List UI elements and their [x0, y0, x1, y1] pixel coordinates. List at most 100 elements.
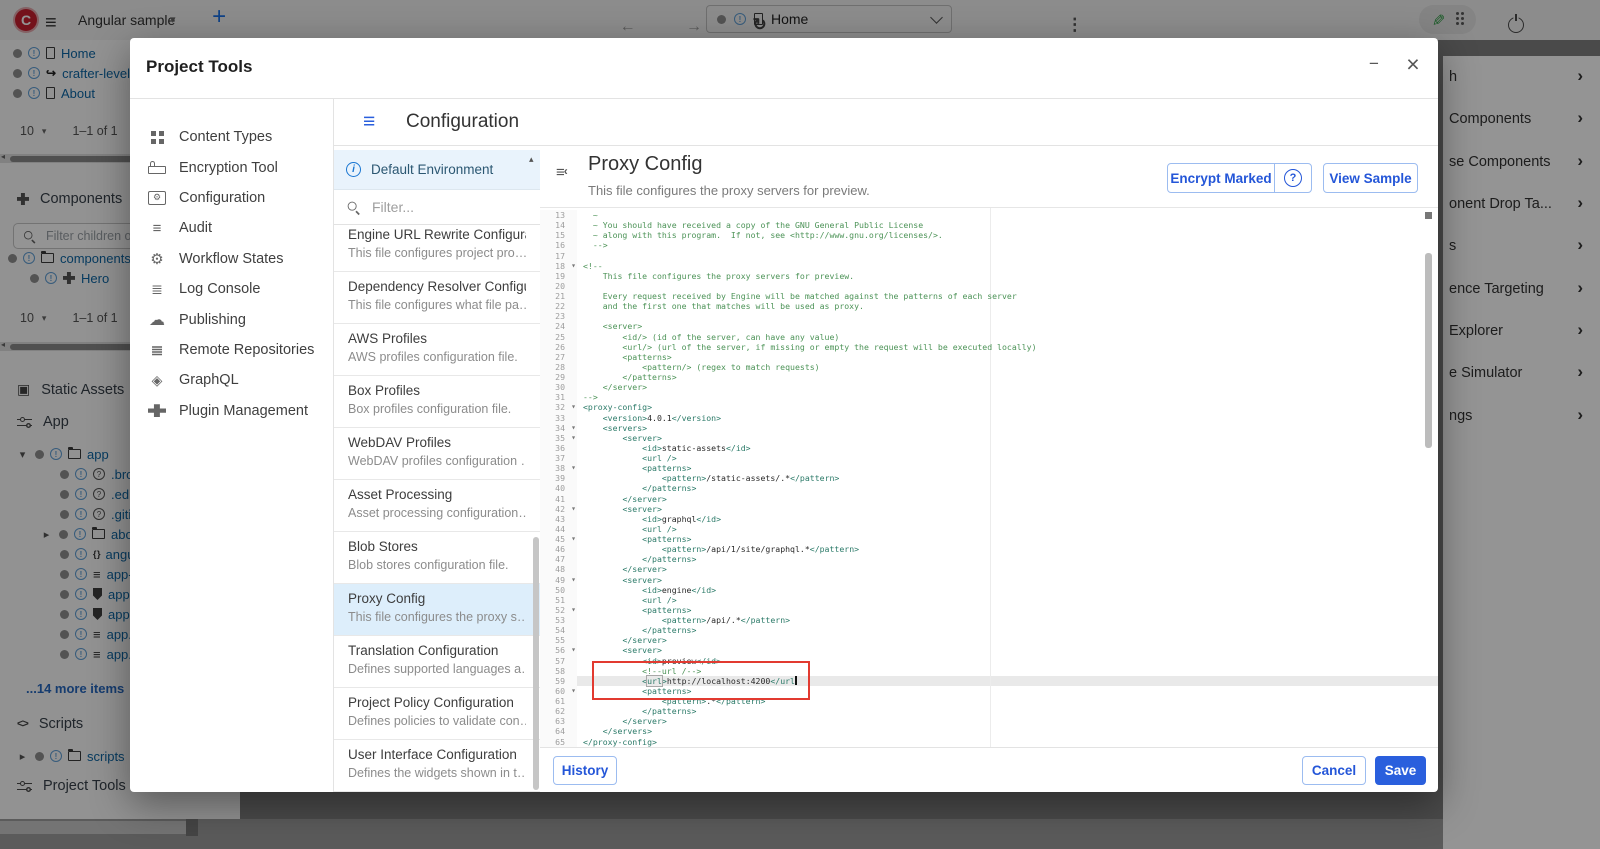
code-line: <pattern>/api/.*</pattern> [583, 615, 1424, 625]
divider [540, 747, 1438, 748]
config-file-item[interactable]: Box ProfilesBox profiles configuration f… [334, 376, 540, 428]
minimize-icon[interactable] [1364, 54, 1384, 74]
gutter-line: 58 [540, 666, 577, 676]
config-file-item[interactable]: Project Policy ConfigurationDefines poli… [334, 688, 540, 740]
gutter-line: 64 [540, 726, 577, 736]
project-tools-nav-item[interactable]: Workflow States [130, 244, 333, 274]
close-icon[interactable] [1402, 53, 1424, 75]
config-file-item[interactable]: Engine URL Rewrite Configurat…This file … [334, 226, 540, 272]
fold-caret-icon[interactable]: ▾ [571, 504, 576, 514]
gutter-line: 24 [540, 321, 577, 331]
code-line [583, 251, 1424, 261]
code-editor[interactable]: 131415161718▾192021222324252627282930313… [540, 208, 1438, 747]
question-icon [1284, 169, 1302, 187]
config-file-desc: Defines supported languages a… [348, 662, 526, 676]
gutter-line: 15 [540, 230, 577, 240]
project-tools-nav-item[interactable]: GraphQL [130, 365, 333, 395]
gutter-line: 41 [540, 494, 577, 504]
gutter-line: 47 [540, 554, 577, 564]
config-file-title: User Interface Configuration [348, 747, 526, 762]
fold-caret-icon[interactable]: ▾ [571, 605, 576, 615]
fold-caret-icon[interactable]: ▾ [571, 645, 576, 655]
save-button[interactable]: Save [1375, 756, 1426, 785]
fold-caret-icon[interactable]: ▾ [571, 575, 576, 585]
config-file-desc: WebDAV profiles configuration … [348, 454, 526, 468]
project-tools-nav-item[interactable]: Log Console [130, 274, 333, 304]
code-line: Every request received by Engine will be… [583, 291, 1424, 301]
project-tools-nav-item[interactable]: Plugin Management [130, 396, 333, 426]
code-line: --> [583, 240, 1424, 250]
gutter-line: 45▾ [540, 534, 577, 544]
fold-caret-icon[interactable]: ▾ [571, 261, 576, 271]
editor-gutter[interactable]: 131415161718▾192021222324252627282930313… [540, 210, 577, 747]
fold-caret-icon[interactable]: ▾ [571, 463, 576, 473]
gutter-line: 62 [540, 706, 577, 716]
search-icon [347, 200, 361, 214]
panel-title: Configuration [406, 111, 519, 133]
config-file-item[interactable]: User Interface ConfigurationDefines the … [334, 740, 540, 792]
editor-title: Proxy Config [588, 153, 703, 176]
nav-item-label: Log Console [179, 281, 260, 297]
fold-caret-icon[interactable]: ▾ [571, 686, 576, 696]
view-sample-button[interactable]: View Sample [1323, 163, 1418, 193]
publishing-icon [148, 310, 166, 330]
encrypt-help-button[interactable] [1274, 164, 1311, 192]
list-scrollbar[interactable] [533, 537, 539, 790]
code-line: <url/> (url of the server, if missing or… [583, 342, 1424, 352]
gutter-line: 65 [540, 737, 577, 747]
config-file-desc: This file configures the proxy s… [348, 610, 526, 624]
config-file-title: Asset Processing [348, 487, 526, 502]
fold-caret-icon[interactable]: ▾ [571, 433, 576, 443]
history-button[interactable]: History [553, 756, 617, 785]
config-menu-icon[interactable] [363, 110, 375, 134]
project-tools-nav-item[interactable]: Remote Repositories [130, 335, 333, 365]
divider [130, 98, 1438, 99]
project-tools-nav-item[interactable]: Audit [130, 213, 333, 243]
project-tools-nav-item[interactable]: Content Types [130, 122, 333, 152]
code-line: </patterns> [583, 625, 1424, 635]
fold-caret-icon[interactable]: ▾ [571, 402, 576, 412]
project-tools-nav-item[interactable]: Publishing [130, 304, 333, 334]
config-file-item[interactable]: Blob StoresBlob stores configuration fil… [334, 532, 540, 584]
audit-icon [148, 220, 166, 237]
config-file-desc: Box profiles configuration file. [348, 402, 526, 416]
gutter-line: 21 [540, 291, 577, 301]
config-file-item[interactable]: Dependency Resolver Configur…This file c… [334, 272, 540, 324]
config-filter-input[interactable] [370, 198, 504, 216]
config-file-item[interactable]: Translation ConfigurationDefines support… [334, 636, 540, 688]
config-file-item[interactable]: Asset ProcessingAsset processing configu… [334, 480, 540, 532]
project-tools-nav-item[interactable]: Encryption Tool [130, 152, 333, 182]
gutter-line: 30 [540, 382, 577, 392]
encrypt-marked-button[interactable]: Encrypt Marked [1168, 171, 1274, 186]
gutter-line: 52▾ [540, 605, 577, 615]
config-file-item[interactable]: WebDAV ProfilesWebDAV profiles configura… [334, 428, 540, 480]
config-file-desc: AWS profiles configuration file. [348, 350, 526, 364]
editor-scrollbar[interactable] [1425, 253, 1432, 448]
nav-item-label: Publishing [179, 312, 246, 328]
code-line: <pattern/> (regex to match requests) [583, 362, 1424, 372]
project-tools-nav-item[interactable]: Configuration [130, 183, 333, 213]
red-annotation-box [592, 661, 810, 700]
gutter-line: 29 [540, 372, 577, 382]
cancel-button[interactable]: Cancel [1302, 756, 1366, 785]
code-line: <patterns> [583, 534, 1424, 544]
code-line: --> [583, 392, 1424, 402]
code-line: <id/> (id of the server, can have any va… [583, 332, 1424, 342]
config-file-item[interactable]: Proxy ConfigThis file configures the pro… [334, 584, 540, 636]
gutter-line: 39 [540, 473, 577, 483]
config-file-desc: This file configures project pro… [348, 246, 526, 260]
code-line: </server> [583, 382, 1424, 392]
code-line: <version>4.0.1</version> [583, 413, 1424, 423]
fold-caret-icon[interactable]: ▾ [571, 423, 576, 433]
collapse-list-icon[interactable] [556, 164, 568, 181]
gutter-line: 27 [540, 352, 577, 362]
code-line: </patterns> [583, 483, 1424, 493]
gutter-line: 50 [540, 585, 577, 595]
fold-caret-icon[interactable]: ▾ [571, 534, 576, 544]
scroll-up-icon[interactable]: ▴ [529, 154, 534, 165]
code-line: </server> [583, 564, 1424, 574]
gutter-line: 26 [540, 342, 577, 352]
environment-selector[interactable]: Default Environment [334, 150, 540, 190]
gutter-line: 46 [540, 544, 577, 554]
config-file-item[interactable]: AWS ProfilesAWS profiles configuration f… [334, 324, 540, 376]
